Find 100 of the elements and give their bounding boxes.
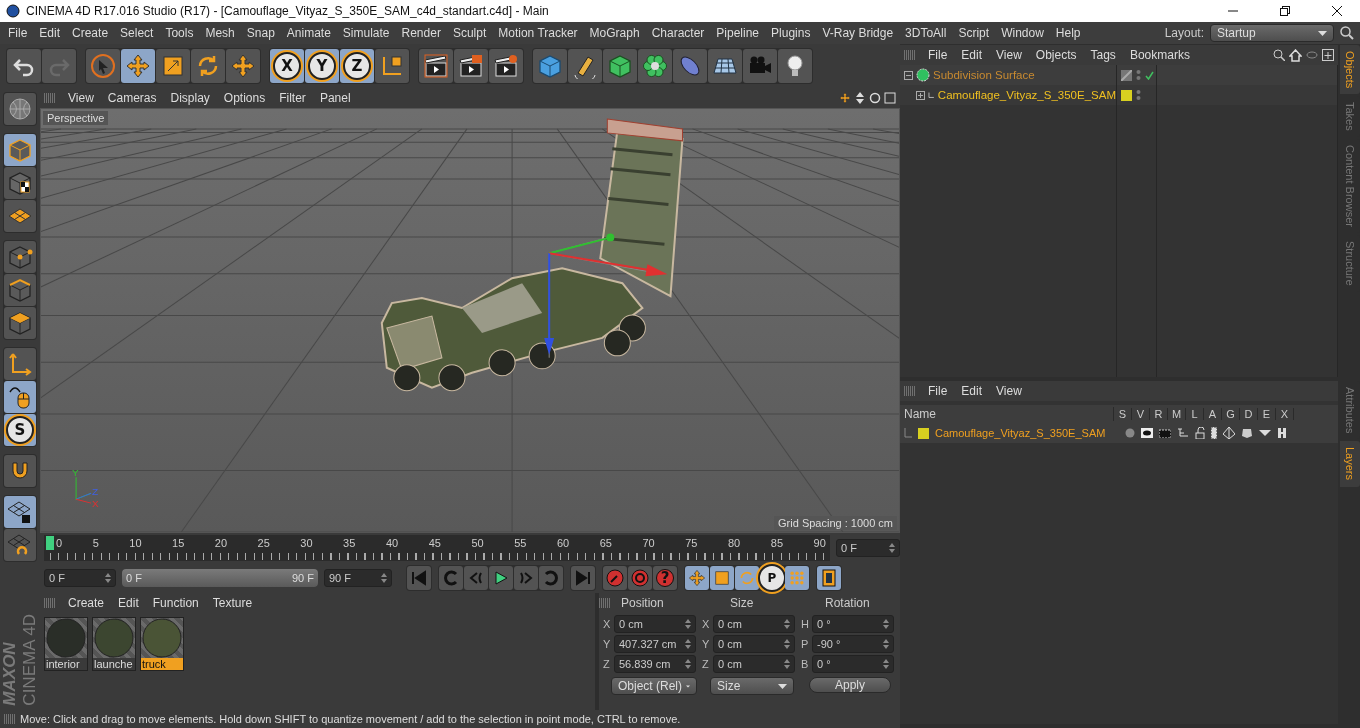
timeline-button[interactable] — [817, 566, 841, 590]
menu-item[interactable]: Window — [995, 26, 1050, 40]
coordinate-mode-dropdown[interactable]: Object (Rel) — [611, 677, 697, 695]
menu-item[interactable]: View — [62, 91, 100, 105]
play-button[interactable] — [489, 566, 513, 590]
end-frame-field[interactable]: 90 F — [324, 569, 392, 587]
tool-button[interactable] — [4, 241, 36, 273]
menu-item[interactable]: View — [990, 48, 1028, 62]
material-swatch[interactable]: launche — [92, 617, 136, 671]
tool-button[interactable] — [638, 49, 672, 83]
menu-item[interactable]: Simulate — [336, 26, 396, 40]
menu-item[interactable]: Objects — [1029, 48, 1083, 62]
material-swatch[interactable]: truck — [140, 617, 184, 671]
menu-item[interactable]: Tools — [159, 26, 200, 40]
menu-item[interactable]: Plugins — [765, 26, 817, 40]
enabled-toggle[interactable] — [1145, 70, 1154, 80]
menu-item[interactable]: Filter — [273, 91, 312, 105]
key-tool-button[interactable] — [685, 566, 709, 590]
tool-button[interactable] — [454, 49, 488, 83]
key-tool-button[interactable] — [710, 566, 734, 590]
menu-item[interactable]: View — [990, 384, 1028, 398]
layer-color-swatch[interactable] — [918, 427, 929, 439]
coordinate-field[interactable]: 56.839 cm — [614, 655, 696, 673]
coordinate-field[interactable]: 0 cm — [713, 655, 795, 673]
panel-grip[interactable] — [44, 93, 56, 103]
tool-button[interactable]: Z — [340, 49, 374, 83]
menu-item[interactable]: Tags — [1084, 48, 1122, 62]
side-tab[interactable]: Objects — [1340, 45, 1360, 95]
timeline-ruler[interactable]: 0 5 10 15 20 25 30 35 40 45 50 55 60 65 70 75 80 85 90 — [44, 535, 830, 561]
tool-button[interactable]: X — [270, 49, 304, 83]
menu-item[interactable]: Function — [146, 596, 205, 610]
menu-item[interactable]: File — [922, 48, 954, 62]
menu-item[interactable]: Texture — [206, 596, 259, 610]
next-key-button[interactable] — [539, 566, 563, 590]
tool-button[interactable] — [778, 49, 812, 83]
coordinate-field[interactable]: 0 cm — [614, 615, 696, 633]
menu-item[interactable]: Create — [62, 596, 111, 610]
coordinate-field[interactable]: 0 cm — [713, 615, 795, 633]
tool-button[interactable] — [4, 274, 36, 306]
tool-button[interactable] — [4, 529, 36, 561]
collapse-toggle[interactable] — [904, 70, 913, 80]
coordinate-field[interactable]: 0 cm — [713, 635, 795, 653]
menu-item[interactable]: Motion Tracker — [492, 26, 584, 40]
menu-item[interactable]: Bookmarks — [1123, 48, 1196, 62]
apply-button[interactable]: Apply — [809, 677, 891, 693]
record-key-button[interactable] — [603, 566, 627, 590]
menu-item[interactable]: Options — [217, 91, 272, 105]
menu-item[interactable]: Pipeline — [710, 26, 766, 40]
playhead-marker[interactable] — [46, 536, 54, 550]
frame-range-slider[interactable]: 0 F 90 F — [122, 569, 318, 587]
menu-item[interactable]: Panel — [313, 91, 357, 105]
panel-grip[interactable] — [904, 386, 916, 396]
key-tool-button[interactable] — [735, 566, 759, 590]
menu-item[interactable]: Cameras — [101, 91, 163, 105]
tool-button[interactable] — [419, 49, 453, 83]
key-tool-button[interactable]: P — [760, 566, 784, 590]
side-tab[interactable]: Layers — [1340, 441, 1360, 487]
menu-item[interactable]: V-Ray Bridge — [816, 26, 900, 40]
layout-dropdown[interactable]: Startup — [1210, 24, 1334, 42]
size-mode-dropdown[interactable]: Size — [710, 677, 794, 695]
start-frame-field[interactable]: 0 F — [44, 569, 116, 587]
coordinate-field[interactable]: 0 ° — [812, 615, 894, 633]
tool-button[interactable] — [489, 49, 523, 83]
last-frame-button[interactable] — [571, 566, 595, 590]
menu-item[interactable]: Edit — [112, 596, 145, 610]
menu-item[interactable]: Render — [395, 26, 447, 40]
expand-toggle[interactable] — [916, 90, 925, 100]
menu-item[interactable]: Sculpt — [446, 26, 493, 40]
tool-button[interactable] — [4, 496, 36, 528]
menu-item[interactable]: Edit — [955, 48, 989, 62]
coordinate-field[interactable]: -90 ° — [812, 635, 894, 653]
menu-item[interactable]: File — [2, 26, 34, 40]
first-frame-button[interactable] — [407, 566, 431, 590]
previous-key-button[interactable] — [439, 566, 463, 590]
menu-item[interactable]: Edit — [33, 26, 67, 40]
current-frame-field[interactable]: 0 F — [836, 539, 900, 557]
panel-grip[interactable] — [599, 598, 611, 608]
tool-button[interactable] — [4, 167, 36, 199]
tool-button[interactable] — [4, 381, 36, 413]
coordinate-field[interactable]: 407.327 cm — [614, 635, 696, 653]
menu-item[interactable]: Edit — [955, 384, 989, 398]
menu-item[interactable]: Character — [645, 26, 711, 40]
menu-item[interactable]: Display — [164, 91, 216, 105]
auto-key-button[interactable] — [628, 566, 652, 590]
menu-item[interactable]: Mesh — [199, 26, 241, 40]
material-swatch[interactable]: interior — [44, 617, 88, 671]
menu-item[interactable]: Create — [66, 26, 115, 40]
menu-item[interactable]: 3DToAll — [899, 26, 953, 40]
tool-button[interactable] — [4, 307, 36, 339]
layer-color-swatch[interactable] — [1121, 89, 1132, 101]
menu-item[interactable]: Animate — [280, 26, 337, 40]
tool-button[interactable] — [708, 49, 742, 83]
menu-item[interactable]: File — [922, 384, 954, 398]
tool-button[interactable] — [568, 49, 602, 83]
panel-grip[interactable] — [44, 598, 56, 608]
tool-button[interactable]: Y — [305, 49, 339, 83]
panel-grip[interactable] — [4, 714, 16, 724]
key-help-button[interactable]: ? — [653, 566, 677, 590]
menu-item[interactable]: Select — [114, 26, 160, 40]
tool-button[interactable]: S — [4, 414, 36, 446]
